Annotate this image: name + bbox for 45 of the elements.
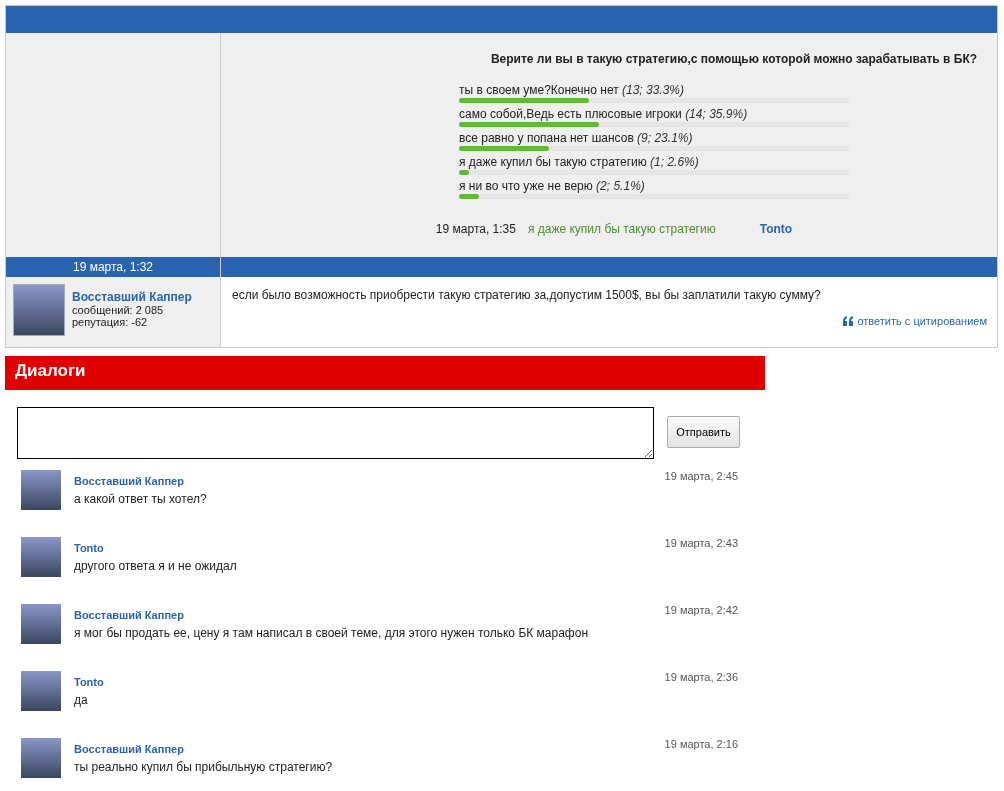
message-time: 19 марта, 2:36 <box>664 671 738 685</box>
reputation: репутация: -62 <box>72 316 149 328</box>
voter-link[interactable]: Tonto <box>759 222 793 236</box>
poll-option-label: ты в своем уме?Конечно нет <box>459 83 619 97</box>
post-text: если было возможность приобрести такую стратегию за,допустим 1500$, вы бы заплатили такую сумму? <box>232 288 822 302</box>
poll-option-label: все равно у попана нет шансов <box>459 131 634 145</box>
message-text: другого ответа я и не ожидал <box>74 559 238 573</box>
avatar-placeholder <box>21 738 61 778</box>
avatar-placeholder <box>21 671 61 711</box>
poll-option-result: (9; 23.1%) <box>637 131 693 145</box>
quote-reply-link[interactable]: ответить с цитированием <box>857 315 987 327</box>
poll-option-label: я даже купил бы такую стратегию <box>459 155 647 169</box>
vote-time: 19 марта, 1:35 <box>435 222 516 236</box>
message-text: ты реально купил бы прибыльную стратегию? <box>74 760 334 774</box>
poll-option-label: само собой,Ведь есть плюсовые игроки <box>459 107 682 121</box>
avatar-placeholder <box>21 604 61 644</box>
message-text: а какой ответ ты хотел? <box>74 492 208 506</box>
message-text: я мог бы продать ее, цену я там написал в своей теме, для этого нужен только БК марафон <box>74 626 590 640</box>
dialogs-header: Диалоги <box>5 356 765 390</box>
poll-option-label: я ни во что уже не верю <box>459 179 593 193</box>
author-link[interactable]: Восставший Каппер <box>74 609 184 621</box>
message-text: да <box>74 693 89 707</box>
avatar-placeholder <box>21 537 61 577</box>
poll-option-result: (13; 33.3%) <box>622 83 685 97</box>
post-date: 19 марта, 1:32 <box>6 257 221 277</box>
message-time: 19 марта, 2:16 <box>664 738 738 752</box>
message-time: 19 марта, 2:43 <box>664 537 738 551</box>
author-link[interactable]: Восставший Каппер <box>74 743 184 755</box>
quote-icon[interactable] <box>843 316 855 326</box>
message-time: 19 марта, 2:45 <box>664 470 738 484</box>
send-button[interactable]: Отправить <box>667 416 740 448</box>
poll-option-result: (2; 5.1%) <box>596 179 645 193</box>
author-link[interactable]: Tonto <box>74 542 104 554</box>
vote-choice: я даже купил бы такую стратегию <box>527 222 716 236</box>
avatar-placeholder <box>21 470 61 510</box>
message-input[interactable] <box>17 407 654 459</box>
author-link[interactable]: Tonto <box>74 676 104 688</box>
poll-option-result: (1; 2.6%) <box>650 155 699 169</box>
message-time: 19 марта, 2:42 <box>664 604 738 618</box>
poll-option-result: (14; 35.9%) <box>685 107 748 121</box>
avatar-placeholder <box>13 284 65 336</box>
author-link[interactable]: Восставший Каппер <box>72 290 192 304</box>
author-link[interactable]: Восставший Каппер <box>74 475 184 487</box>
message-count: сообщений: 2 085 <box>72 304 165 316</box>
poll-question: Верите ли вы в такую стратегию,с помощью которой можно зарабатывать в БК? <box>490 52 978 66</box>
